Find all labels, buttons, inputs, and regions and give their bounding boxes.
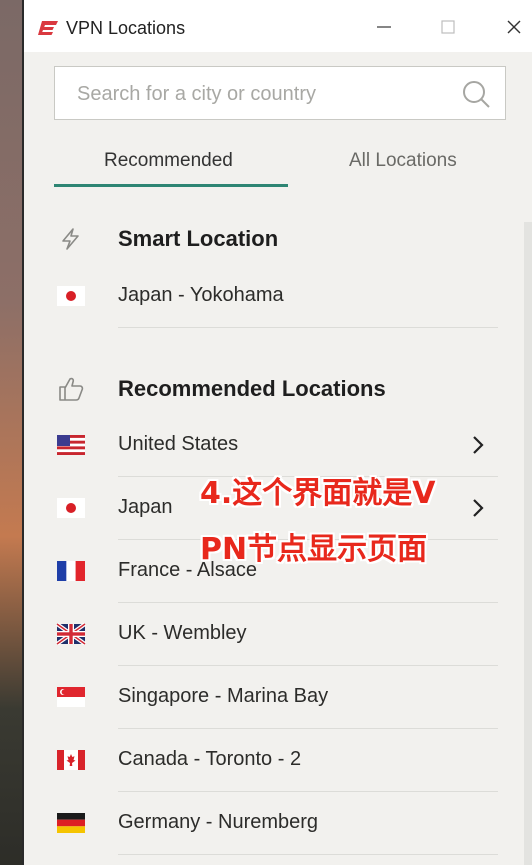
maximize-button[interactable] — [431, 10, 465, 44]
expressvpn-logo-icon — [38, 21, 58, 35]
japan-flag-icon — [57, 286, 85, 306]
desktop-background — [0, 0, 24, 865]
singapore-flag-icon — [57, 687, 85, 707]
tab-all-locations[interactable]: All Locations — [349, 150, 457, 172]
japan-flag-icon — [57, 498, 85, 518]
close-button[interactable] — [497, 10, 531, 44]
minimize-button[interactable] — [367, 10, 401, 44]
lightning-icon — [62, 228, 79, 250]
germany-flag-icon — [57, 813, 85, 833]
annotation-text-line-1: 4.这个界面就是V — [200, 476, 436, 511]
close-icon — [507, 20, 521, 34]
location-label: Canada - Toronto - 2 — [118, 748, 302, 770]
divider — [118, 791, 498, 792]
title-bar: VPN Locations — [24, 0, 532, 52]
search-box[interactable] — [54, 66, 506, 120]
maximize-icon — [441, 20, 455, 34]
location-label: United States — [118, 433, 239, 455]
smart-location-label: Japan - Yokohama — [118, 284, 284, 306]
uk-flag-icon — [56, 623, 86, 645]
annotation-text-line-2: PN节点显示页面 — [200, 532, 428, 567]
chevron-right-icon[interactable] — [470, 497, 486, 519]
us-flag-icon — [57, 435, 85, 455]
divider — [118, 327, 498, 328]
active-tab-indicator — [54, 184, 288, 187]
scrollbar[interactable] — [524, 222, 532, 865]
divider — [118, 602, 498, 603]
smart-location-heading: Smart Location — [118, 226, 279, 251]
france-flag-icon — [57, 561, 85, 581]
vpn-locations-window: VPN Locations Recommended All Locations … — [24, 0, 532, 865]
location-label: Germany - Nuremberg — [118, 811, 319, 833]
search-input[interactable] — [75, 79, 439, 109]
search-icon[interactable] — [461, 79, 491, 109]
window-title: VPN Locations — [66, 18, 186, 38]
location-label: UK - Wembley — [118, 622, 247, 644]
location-label: Singapore - Marina Bay — [118, 685, 329, 707]
divider — [118, 728, 498, 729]
minimize-icon — [377, 26, 391, 28]
recommended-locations-heading: Recommended Locations — [118, 376, 386, 401]
divider — [118, 854, 498, 855]
tab-recommended[interactable]: Recommended — [104, 150, 233, 172]
canada-flag-icon — [57, 750, 85, 770]
chevron-right-icon[interactable] — [470, 434, 486, 456]
location-label: Japan — [118, 496, 173, 518]
divider — [118, 665, 498, 666]
thumbs-up-icon — [59, 377, 84, 401]
